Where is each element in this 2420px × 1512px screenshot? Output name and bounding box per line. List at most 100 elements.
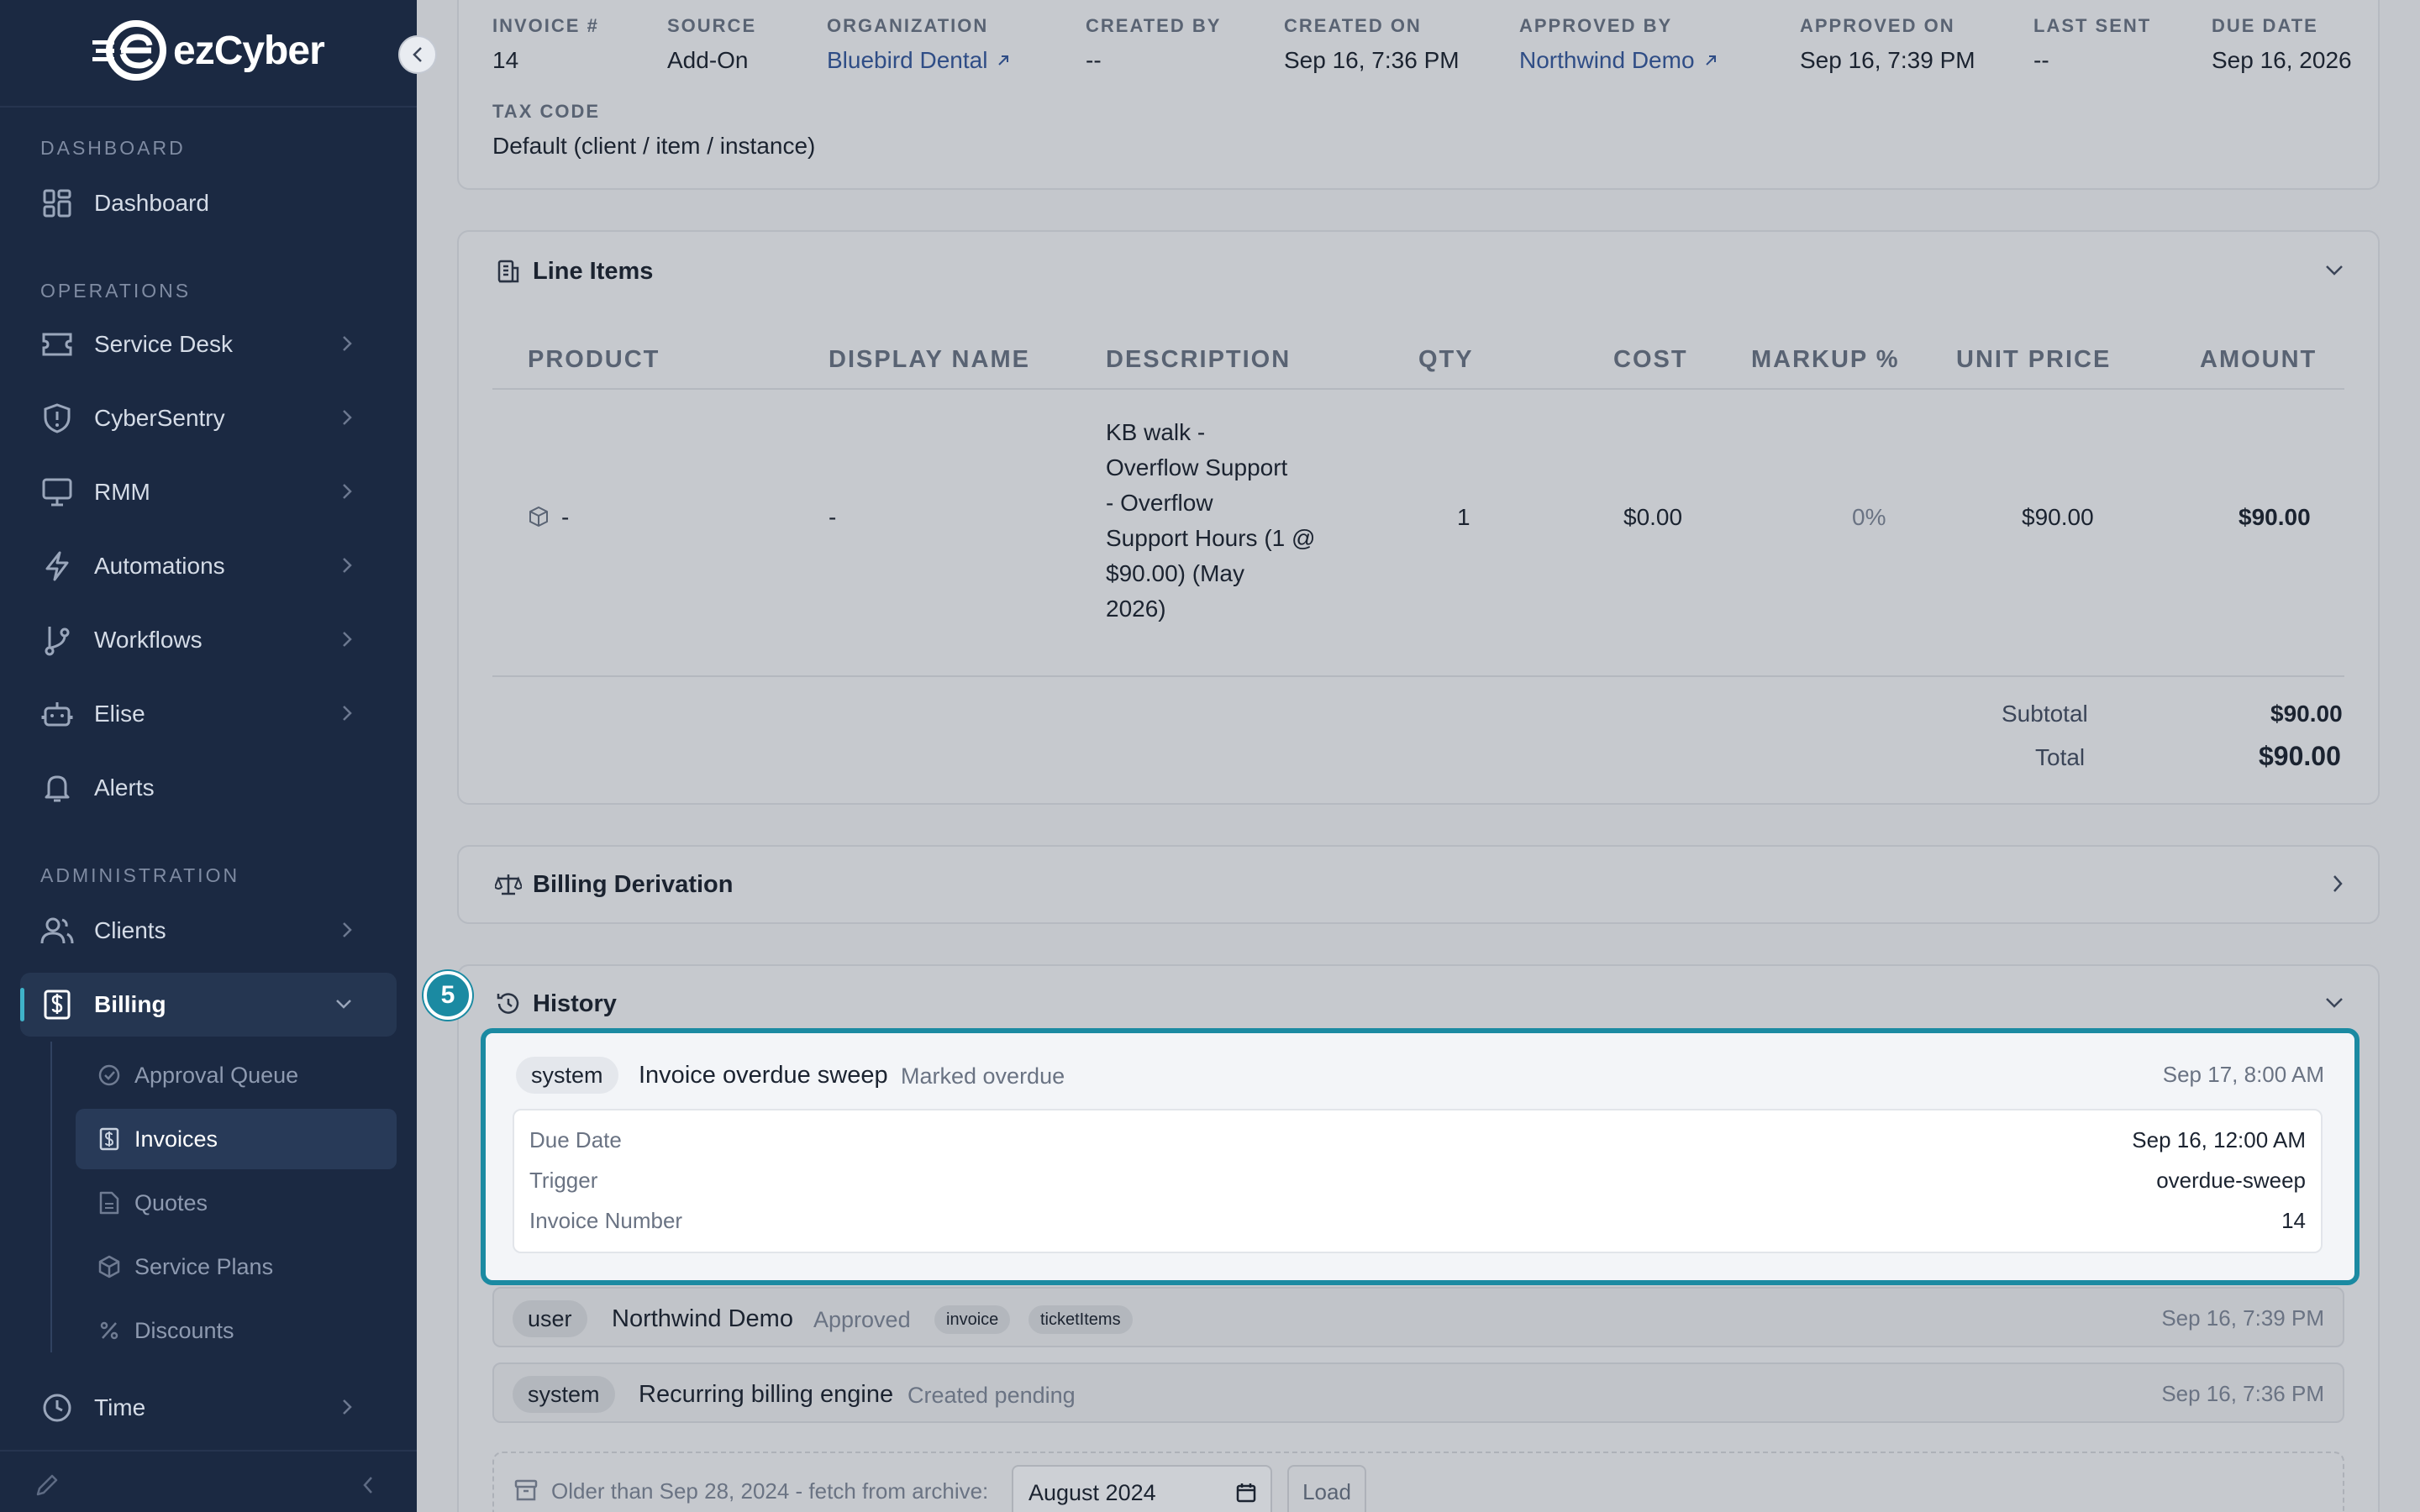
cell-qty: 1 [1457, 504, 1470, 530]
created-by-value: -- [1086, 47, 1102, 73]
last-sent-value: -- [2033, 47, 2049, 73]
archive-month-value: August 2024 [1028, 1480, 1156, 1505]
nav-workflows[interactable]: Workflows [20, 608, 397, 672]
nav-elise[interactable]: Elise [20, 682, 397, 746]
check-circle-icon [96, 1062, 123, 1089]
nav-elise-label: Elise [94, 701, 145, 727]
lightning-icon [39, 548, 76, 585]
nav-quotes[interactable]: Quotes [76, 1173, 397, 1233]
history-action: Created pending [908, 1383, 1076, 1408]
history-header[interactable]: History [494, 990, 617, 1018]
chevron-right-icon [341, 921, 353, 943]
history-time: Sep 17, 8:00 AM [2162, 1062, 2324, 1087]
column-header-markup[interactable]: MARKUP % [1751, 346, 1900, 374]
subtotal-value: $90.00 [2270, 701, 2343, 727]
chevron-right-icon [341, 408, 353, 431]
detail-key: Invoice Number [529, 1208, 683, 1233]
column-header-unit-price[interactable]: UNIT PRICE [1956, 346, 2111, 374]
chevron-right-icon [341, 704, 353, 727]
invoice-details-card: INVOICE # 14 SOURCE Add-On ORGANIZATION … [457, 0, 2380, 190]
nav-approval-queue[interactable]: Approval Queue [76, 1045, 397, 1105]
submenu-guide-line [50, 1042, 52, 1352]
nav-service-desk[interactable]: Service Desk [20, 312, 397, 376]
sidebar-toggle-button[interactable] [398, 35, 437, 74]
calendar-icon[interactable] [1235, 1482, 1257, 1508]
cell-cost: $0.00 [1623, 504, 1683, 530]
invoice-icon [96, 1126, 123, 1152]
detail-key: Due Date [529, 1127, 622, 1152]
nav-billing[interactable]: Billing [20, 973, 397, 1037]
nav-dashboard-label: Dashboard [94, 190, 209, 216]
nav-clients-label: Clients [94, 917, 166, 943]
nav-invoices[interactable]: Invoices [76, 1109, 397, 1169]
nav-invoices-label: Invoices [134, 1126, 218, 1152]
history-clock-icon [494, 990, 523, 1018]
created-on-value: Sep 16, 7:36 PM [1284, 47, 1460, 73]
chevron-right-icon [341, 1398, 353, 1420]
column-header-description[interactable]: DESCRIPTION [1106, 346, 1291, 374]
approved-by-link-text: Northwind Demo [1519, 47, 1695, 73]
nav-alerts-label: Alerts [94, 774, 155, 801]
description-line: KB walk - [1106, 419, 1206, 445]
nav-alerts[interactable]: Alerts [20, 756, 397, 820]
cell-description: KB walk - Overflow Support - Overflow Su… [1106, 415, 1315, 627]
logo-text: ezCyber [173, 28, 325, 73]
column-header-cost[interactable]: COST [1613, 346, 1688, 374]
last-sent-label: LAST SENT [2033, 15, 2152, 36]
approved-by-link[interactable]: Northwind Demo [1519, 47, 1718, 74]
nav-cybersentry-label: CyberSentry [94, 405, 225, 431]
nav-approval-queue-label: Approval Queue [134, 1062, 299, 1088]
line-items-header[interactable]: Line Items [494, 257, 653, 286]
source-label: SOURCE [667, 15, 757, 36]
chevron-right-icon[interactable] [2331, 874, 2344, 898]
logo-mark-icon [92, 20, 166, 81]
history-time: Sep 16, 7:39 PM [2161, 1305, 2324, 1331]
chevron-down-icon[interactable] [2324, 996, 2344, 1014]
load-button[interactable]: Load [1287, 1465, 1366, 1512]
billing-derivation-card[interactable]: Billing Derivation [457, 845, 2380, 924]
nav-rmm[interactable]: RMM [20, 460, 397, 524]
history-details: Due Date Sep 16, 12:00 AM Trigger overdu… [513, 1109, 2323, 1253]
nav-time-label: Time [94, 1394, 146, 1420]
git-branch-icon [39, 622, 76, 659]
chevron-down-icon[interactable] [2324, 264, 2344, 281]
column-header-amount[interactable]: AMOUNT [2200, 346, 2317, 374]
nav-time[interactable]: Time [20, 1376, 397, 1440]
logo-area: ezCyber [0, 0, 417, 108]
archive-month-input[interactable]: August 2024 [1012, 1465, 1272, 1512]
collapse-sidebar-chevron-icon[interactable] [361, 1475, 375, 1499]
nav-cybersentry[interactable]: CyberSentry [20, 386, 397, 450]
nav-discounts[interactable]: Discounts [76, 1300, 397, 1361]
nav-service-plans-label: Service Plans [134, 1253, 274, 1279]
detail-value: Sep 16, 12:00 AM [2132, 1127, 2306, 1152]
ezcyber-logo[interactable]: ezCyber [92, 18, 325, 82]
description-line: $90.00) (May [1106, 560, 1244, 586]
history-entry[interactable]: user Northwind Demo Approved invoice tic… [492, 1287, 2344, 1347]
pencil-icon[interactable] [34, 1472, 60, 1503]
archive-label: Older than Sep 28, 2024 - fetch from arc… [551, 1478, 989, 1504]
history-entry[interactable]: system Recurring billing engine Created … [492, 1362, 2344, 1423]
package-icon [528, 506, 550, 532]
column-header-product[interactable]: PRODUCT [528, 346, 660, 374]
organization-link[interactable]: Bluebird Dental [827, 47, 1011, 74]
history-action: Approved [813, 1307, 911, 1332]
nav-service-plans[interactable]: Service Plans [76, 1236, 397, 1297]
source-value: Add-On [667, 47, 749, 73]
section-label-administration: ADMINISTRATION [40, 864, 240, 886]
cell-product: - [561, 504, 570, 530]
tax-code-value: Default (client / item / instance) [492, 133, 816, 159]
nav-clients[interactable]: Clients [20, 899, 397, 963]
nav-dashboard[interactable]: Dashboard [20, 171, 397, 235]
organization-label: ORGANIZATION [827, 15, 989, 36]
approved-on-label: APPROVED ON [1800, 15, 1955, 36]
detail-key: Trigger [529, 1168, 598, 1193]
active-indicator [20, 988, 24, 1021]
column-header-qty[interactable]: QTY [1418, 346, 1474, 374]
nav-automations[interactable]: Automations [20, 534, 397, 598]
monitor-icon [39, 474, 76, 511]
billing-derivation-header[interactable]: Billing Derivation [494, 870, 733, 899]
column-header-display-name[interactable]: DISPLAY NAME [829, 346, 1030, 374]
scale-icon [494, 870, 523, 899]
nav-quotes-label: Quotes [134, 1189, 208, 1215]
description-line: Overflow Support [1106, 454, 1288, 480]
